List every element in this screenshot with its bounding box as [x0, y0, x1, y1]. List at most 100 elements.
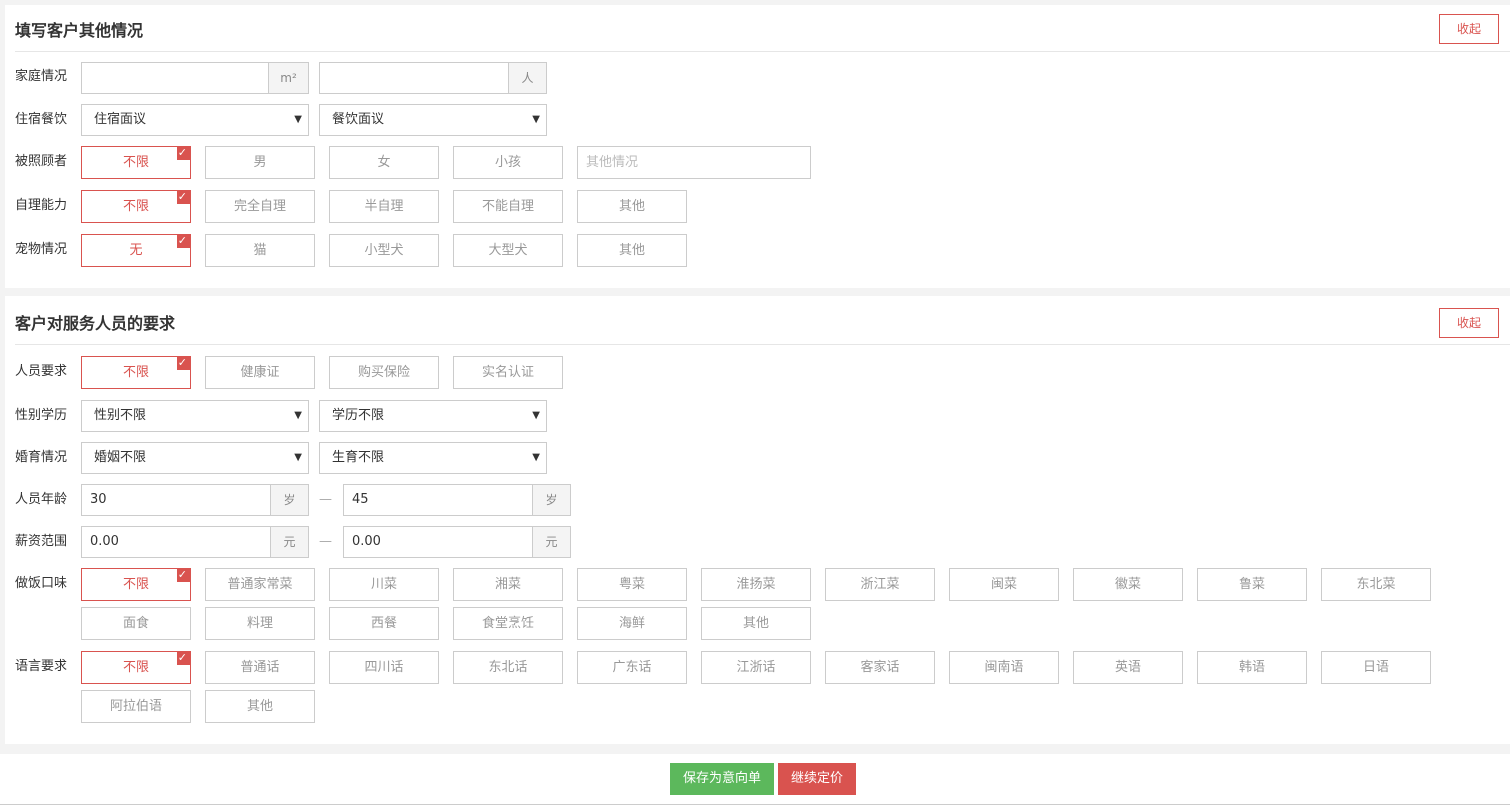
option-label: 普通家常菜	[227, 577, 293, 592]
selfcare-option[interactable]: 其他	[577, 190, 687, 223]
selfcare-option-unlimited[interactable]: 不限 ✓	[81, 190, 191, 223]
language-option[interactable]: 其他	[205, 690, 315, 723]
cuisine-option[interactable]: 湘菜	[453, 568, 563, 601]
language-option[interactable]: 闽南语	[949, 651, 1059, 684]
personnel-option-unlimited[interactable]: 不限 ✓	[81, 356, 191, 389]
check-icon: ✓	[177, 568, 187, 581]
option-label: 其他	[742, 616, 769, 631]
language-option[interactable]: 不限 ✓	[81, 651, 191, 684]
salary-min-input[interactable]: 0.00	[81, 526, 271, 558]
cuisine-option[interactable]: 海鲜	[577, 607, 687, 640]
lodging-select[interactable]: 住宿面议 ▼	[81, 104, 309, 136]
cared-other-input[interactable]: 其他情况	[577, 146, 811, 179]
cuisine-option[interactable]: 面食	[81, 607, 191, 640]
meal-select[interactable]: 餐饮面议 ▼	[319, 104, 547, 136]
pets-option-none[interactable]: 无 ✓	[81, 234, 191, 267]
language-option[interactable]: 普通话	[205, 651, 315, 684]
salary-label: 薪资范围	[15, 534, 68, 549]
age-max-input[interactable]: 45	[343, 484, 533, 516]
personnel-option[interactable]: 实名认证	[453, 356, 563, 389]
option-label: 淮扬菜	[736, 577, 776, 592]
language-option[interactable]: 江浙话	[701, 651, 811, 684]
save-intent-button[interactable]: 保存为意向单	[670, 763, 774, 795]
salary-unit-addon: 元	[271, 526, 309, 558]
family-area-input[interactable]	[81, 62, 269, 94]
education-select[interactable]: 学历不限 ▼	[319, 400, 547, 432]
cuisine-option[interactable]: 料理	[205, 607, 315, 640]
family-people-input[interactable]	[319, 62, 509, 94]
age-label: 人员年龄	[15, 492, 68, 507]
salary-max-input[interactable]: 0.00	[343, 526, 533, 558]
pets-option[interactable]: 小型犬	[329, 234, 439, 267]
option-label: 食堂烹饪	[481, 616, 534, 631]
language-option[interactable]: 东北话	[453, 651, 563, 684]
selfcare-label: 自理能力	[15, 198, 68, 213]
option-label: 无	[129, 243, 143, 258]
option-label: 西餐	[370, 616, 397, 631]
salary-unit-addon: 元	[533, 526, 571, 558]
age-unit-addon: 岁	[271, 484, 309, 516]
language-option[interactable]: 英语	[1073, 651, 1183, 684]
birth-select[interactable]: 生育不限 ▼	[319, 442, 547, 474]
language-option[interactable]: 日语	[1321, 651, 1431, 684]
gender-edu-label: 性别学历	[15, 408, 68, 423]
pets-option[interactable]: 其他	[577, 234, 687, 267]
check-icon: ✓	[177, 356, 187, 369]
cuisine-option[interactable]: 淮扬菜	[701, 568, 811, 601]
age-min-input[interactable]: 30	[81, 484, 271, 516]
language-option[interactable]: 四川话	[329, 651, 439, 684]
personnel-option[interactable]: 健康证	[205, 356, 315, 389]
option-label: 鲁菜	[1238, 577, 1265, 592]
option-label: 闽南语	[984, 660, 1024, 675]
language-option[interactable]: 广东话	[577, 651, 687, 684]
option-label: 东北菜	[1356, 577, 1396, 592]
cuisine-option[interactable]: 闽菜	[949, 568, 1059, 601]
birth-select-value: 生育不限	[332, 450, 385, 465]
cuisine-option[interactable]: 川菜	[329, 568, 439, 601]
cuisine-option[interactable]: 东北菜	[1321, 568, 1431, 601]
option-label: 不限	[122, 660, 149, 675]
continue-pricing-button[interactable]: 继续定价	[778, 763, 856, 795]
option-label: 普通话	[240, 660, 280, 675]
language-option[interactable]: 韩语	[1197, 651, 1307, 684]
cared-option-female[interactable]: 女	[329, 146, 439, 179]
selfcare-option[interactable]: 不能自理	[453, 190, 563, 223]
meal-select-value: 餐饮面议	[332, 112, 385, 127]
option-label: 阿拉伯语	[109, 699, 162, 714]
gender-select[interactable]: 性别不限 ▼	[81, 400, 309, 432]
option-label: 不限	[122, 199, 149, 214]
cuisine-option[interactable]: 浙江菜	[825, 568, 935, 601]
option-label: 料理	[246, 616, 273, 631]
personnel-option[interactable]: 购买保险	[329, 356, 439, 389]
chevron-down-icon: ▼	[532, 410, 540, 421]
check-icon: ✓	[177, 234, 187, 247]
chevron-down-icon: ▼	[294, 114, 302, 125]
option-label: 广东话	[612, 660, 652, 675]
marriage-select[interactable]: 婚姻不限 ▼	[81, 442, 309, 474]
cuisine-option[interactable]: 普通家常菜	[205, 568, 315, 601]
option-label: 不限	[122, 365, 149, 380]
cuisine-option[interactable]: 不限 ✓	[81, 568, 191, 601]
cared-option-child[interactable]: 小孩	[453, 146, 563, 179]
cuisine-option[interactable]: 食堂烹饪	[453, 607, 563, 640]
cuisine-option[interactable]: 其他	[701, 607, 811, 640]
language-option[interactable]: 阿拉伯语	[81, 690, 191, 723]
cared-option-male[interactable]: 男	[205, 146, 315, 179]
cuisine-option[interactable]: 徽菜	[1073, 568, 1183, 601]
collapse-button[interactable]: 收起	[1439, 308, 1499, 338]
option-label: 浙江菜	[860, 577, 900, 592]
collapse-button[interactable]: 收起	[1439, 14, 1499, 44]
cuisine-option[interactable]: 鲁菜	[1197, 568, 1307, 601]
chevron-down-icon: ▼	[294, 452, 302, 463]
cuisine-option[interactable]: 西餐	[329, 607, 439, 640]
cared-label: 被照顾者	[15, 154, 68, 169]
cared-option-unlimited[interactable]: 不限 ✓	[81, 146, 191, 179]
option-label: 川菜	[370, 577, 397, 592]
age-unit-addon: 岁	[533, 484, 571, 516]
selfcare-option[interactable]: 完全自理	[205, 190, 315, 223]
selfcare-option[interactable]: 半自理	[329, 190, 439, 223]
pets-option[interactable]: 大型犬	[453, 234, 563, 267]
cuisine-option[interactable]: 粤菜	[577, 568, 687, 601]
pets-option[interactable]: 猫	[205, 234, 315, 267]
language-option[interactable]: 客家话	[825, 651, 935, 684]
